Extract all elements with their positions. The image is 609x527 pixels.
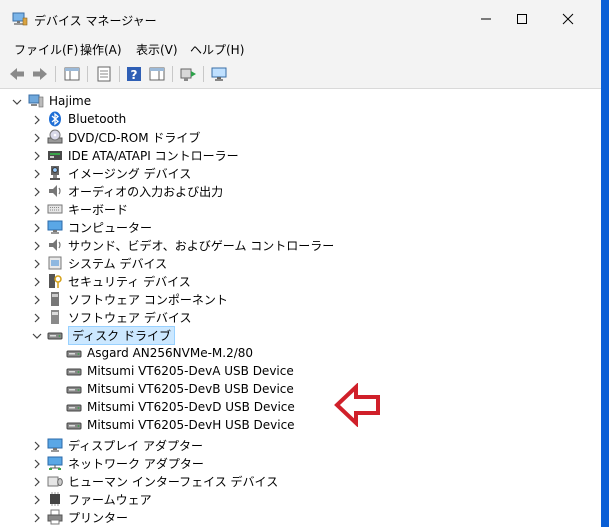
- menu-view[interactable]: 表示(V): [136, 41, 178, 58]
- category-computer[interactable]: コンピューター: [47, 218, 152, 236]
- maximize-button[interactable]: [499, 0, 545, 38]
- category-keyboard[interactable]: キーボード: [47, 200, 128, 218]
- title-bar[interactable]: デバイス マネージャー: [0, 0, 601, 38]
- help-icon[interactable]: ?: [125, 65, 143, 83]
- maximize-icon: [517, 14, 527, 24]
- camera-icon: [50, 166, 60, 180]
- tree-root[interactable]: Hajime: [28, 92, 91, 110]
- ide-controller-icon: [48, 151, 62, 160]
- disk-device-item[interactable]: Mitsumi VT6205-DevA USB Device: [66, 362, 294, 380]
- back-arrow-icon[interactable]: [8, 65, 26, 83]
- category-bluetooth[interactable]: Bluetooth: [47, 110, 126, 128]
- category-ide[interactable]: IDE ATA/ATAPI コントローラー: [47, 146, 239, 164]
- svg-text:?: ?: [131, 68, 138, 82]
- disk-drives-label: ディスク ドライブ: [68, 325, 175, 345]
- software-component-icon: [51, 292, 59, 306]
- disk-drive-icon: [66, 422, 82, 430]
- firmware-icon: [50, 492, 60, 506]
- category-printer[interactable]: プリンター: [47, 508, 128, 526]
- menu-file[interactable]: ファイル(F): [14, 41, 78, 58]
- category-security[interactable]: セキュリティ デバイス: [47, 272, 191, 290]
- security-device-icon: [49, 274, 62, 288]
- bluetooth-icon: [49, 111, 61, 127]
- window-title: デバイス マネージャー: [34, 14, 157, 28]
- expand-chevron-icon[interactable]: [32, 295, 42, 305]
- expand-chevron-icon[interactable]: [32, 259, 42, 269]
- expand-chevron-icon[interactable]: [32, 277, 42, 287]
- category-system[interactable]: システム デバイス: [47, 254, 167, 272]
- system-device-icon: [48, 256, 62, 270]
- keyboard-icon: [47, 204, 63, 214]
- speaker-icon: [49, 185, 61, 197]
- dvd-drive-icon: [47, 129, 63, 144]
- show-hide-tree-icon[interactable]: [63, 65, 81, 83]
- sound-icon: [49, 239, 61, 251]
- collapse-chevron-icon[interactable]: [32, 331, 42, 341]
- expand-chevron-icon[interactable]: [32, 187, 42, 197]
- disk-drive-icon: [47, 332, 63, 340]
- category-display-adapter[interactable]: ディスプレイ アダプター: [47, 436, 203, 454]
- close-button[interactable]: [545, 0, 591, 38]
- category-software-component[interactable]: ソフトウェア コンポーネント: [47, 290, 228, 308]
- expand-chevron-icon[interactable]: [32, 495, 42, 505]
- category-hid[interactable]: ヒューマン インターフェイス デバイス: [47, 472, 278, 490]
- category-network-adapter[interactable]: ネットワーク アダプター: [47, 454, 204, 472]
- disk-device-item[interactable]: Mitsumi VT6205-DevH USB Device: [66, 416, 295, 434]
- disk-drive-icon: [66, 350, 82, 358]
- disk-drive-icon: [66, 386, 82, 394]
- action-pane-icon[interactable]: [148, 65, 166, 83]
- properties-icon[interactable]: [95, 65, 113, 83]
- category-software-device[interactable]: ソフトウェア デバイス: [47, 308, 191, 326]
- update-driver-icon[interactable]: [179, 65, 197, 83]
- device-manager-window: デバイス マネージャー ファイル(F) 操作(A) 表示(V) ヘルプ(H) ?…: [0, 0, 601, 527]
- category-imaging[interactable]: イメージング デバイス: [47, 164, 191, 182]
- menu-help[interactable]: ヘルプ(H): [190, 41, 244, 58]
- toolbar: ?: [0, 60, 601, 89]
- expand-chevron-icon[interactable]: [32, 459, 42, 469]
- close-icon: [562, 13, 574, 25]
- printer-icon: [47, 509, 63, 525]
- disk-device-item[interactable]: Mitsumi VT6205-DevB USB Device: [66, 380, 294, 398]
- expand-chevron-icon[interactable]: [32, 151, 42, 161]
- network-adapter-icon: [47, 456, 63, 470]
- category-dvd[interactable]: DVD/CD-ROM ドライブ: [47, 128, 200, 146]
- disk-drive-icon: [66, 368, 82, 376]
- disk-device-item[interactable]: Asgard AN256NVMe-M.2/80: [66, 344, 253, 362]
- computer-root-icon: [28, 94, 44, 108]
- expand-chevron-icon[interactable]: [32, 513, 42, 523]
- expand-chevron-icon[interactable]: [32, 205, 42, 215]
- hid-icon: [47, 476, 63, 487]
- device-manager-icon: [12, 12, 28, 26]
- disk-drive-icon: [66, 404, 82, 412]
- expand-chevron-icon[interactable]: [32, 223, 42, 233]
- computer-icon: [47, 220, 63, 234]
- annotation-arrow-icon: [334, 383, 380, 427]
- tree-root-label: Hajime: [49, 94, 92, 108]
- expand-chevron-icon[interactable]: [32, 477, 42, 487]
- display-adapter-icon: [47, 438, 63, 452]
- category-firmware[interactable]: ファームウェア: [47, 490, 152, 508]
- expand-chevron-icon[interactable]: [32, 115, 42, 125]
- expand-chevron-icon[interactable]: [32, 441, 42, 451]
- category-audio-io[interactable]: オーディオの入力および出力: [47, 182, 223, 200]
- category-sound-video-game[interactable]: サウンド、ビデオ、およびゲーム コントローラー: [47, 236, 334, 254]
- disk-device-item[interactable]: Mitsumi VT6205-DevD USB Device: [66, 398, 295, 416]
- device-tree: Hajime Bluetooth DVD/CD-ROM ドライブ IDE ATA…: [0, 89, 601, 527]
- forward-arrow-icon[interactable]: [31, 65, 49, 83]
- expand-chevron-icon[interactable]: [32, 241, 42, 251]
- menu-action[interactable]: 操作(A): [80, 41, 122, 58]
- minimize-icon: [481, 18, 491, 20]
- collapse-chevron-icon[interactable]: [12, 97, 22, 107]
- category-disk-drives[interactable]: ディスク ドライブ: [47, 325, 175, 345]
- software-device-icon: [51, 310, 59, 324]
- expand-chevron-icon[interactable]: [32, 169, 42, 179]
- menu-bar: ファイル(F) 操作(A) 表示(V) ヘルプ(H): [0, 38, 601, 60]
- monitor-scan-icon[interactable]: [210, 65, 228, 83]
- expand-chevron-icon[interactable]: [32, 313, 42, 323]
- expand-chevron-icon[interactable]: [32, 133, 42, 143]
